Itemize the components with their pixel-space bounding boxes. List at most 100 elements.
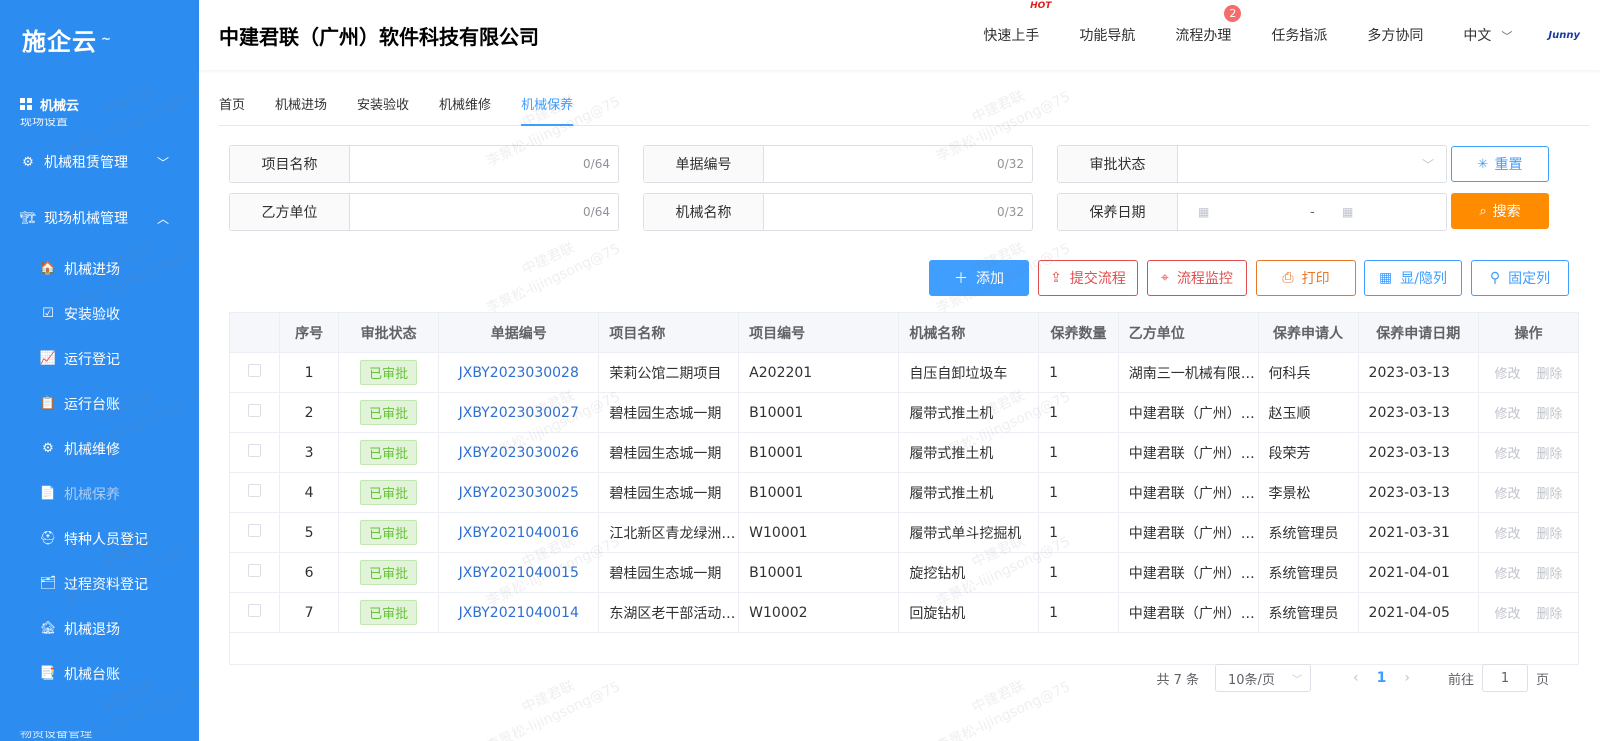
applicant-cell: 何科兵 <box>1257 352 1359 393</box>
edit-link[interactable]: 修改 <box>1494 447 1520 462</box>
sidebar-item-exit[interactable]: 🏚 机械退场 <box>0 606 199 651</box>
app-logo[interactable]: 施企云 ~ <box>0 0 199 78</box>
table-row[interactable]: 1 已审批 JXBY2023030028 茉莉公馆二期项目 A202201 自压自卸垃圾车… <box>229 352 1580 393</box>
page-size-select[interactable]: 10条/页 ﹀ <box>1215 664 1311 692</box>
sidebar-item-maintenance[interactable]: 📄 机械保养 <box>0 471 199 516</box>
doc-number-link[interactable]: JXBY2021040014 <box>459 605 579 621</box>
flow-monitor-button[interactable]: ⌖ 流程监控 <box>1147 260 1247 296</box>
folder-icon: 🗂 <box>39 576 57 591</box>
sidebar-item-entry[interactable]: 🏠 机械进场 <box>0 246 199 291</box>
sidebar-item-run-register[interactable]: 📈 运行登记 <box>0 336 199 381</box>
project-code-cell: B10001 <box>738 432 900 473</box>
button-label: 流程监控 <box>1176 271 1233 287</box>
status-badge: 已审批 <box>360 360 418 385</box>
table-row[interactable]: 4 已审批 JXBY2023030025 碧桂园生态城一期 B10001 履带式推土机 1 中… <box>229 472 1580 513</box>
nav-quick-start[interactable]: 快速上手 HOT <box>983 1 1051 45</box>
sidebar-item-repair[interactable]: ⚙ 机械维修 <box>0 426 199 471</box>
sidebar-item-process-docs[interactable]: 🗂 过程资料登记 <box>0 561 199 606</box>
sidebar-group-rental[interactable]: ⚙ 机械租赁管理 ﹀ <box>0 134 199 190</box>
tab-acceptance[interactable]: 安装验收 <box>357 86 409 126</box>
grid-icon <box>20 98 32 110</box>
edit-link[interactable]: 修改 <box>1494 487 1520 502</box>
maint-date-range[interactable]: ▦ - ▦ <box>1178 194 1446 230</box>
doc-number-link[interactable]: JXBY2023030028 <box>459 365 579 381</box>
goto-suffix: 页 <box>1535 672 1549 688</box>
sidebar-item-cut-bottom[interactable]: 物资设备管理 <box>0 731 199 741</box>
status-cell: 已审批 <box>338 472 440 513</box>
row-checkbox[interactable] <box>248 484 261 497</box>
row-checkbox[interactable] <box>248 364 261 377</box>
sidebar-item-run-ledger[interactable]: 📋 运行台账 <box>0 381 199 426</box>
status-badge: 已审批 <box>360 520 418 545</box>
sidebar-group-site[interactable]: 🏗 现场机械管理 ︿ <box>0 190 199 246</box>
operations-cell: 修改 删除 <box>1477 472 1580 513</box>
fix-columns-button[interactable]: ⚲ 固定列 <box>1471 260 1569 296</box>
delete-link[interactable]: 删除 <box>1536 407 1562 422</box>
doc-number-link[interactable]: JXBY2023030025 <box>459 485 579 501</box>
edit-link[interactable]: 修改 <box>1494 607 1520 622</box>
doc-no-input[interactable]: 0/32 <box>764 146 1032 182</box>
delete-link[interactable]: 删除 <box>1536 527 1562 542</box>
doc-number-link[interactable]: JXBY2023030026 <box>459 445 579 461</box>
applicant-cell: 系统管理员 <box>1257 512 1359 553</box>
row-checkbox[interactable] <box>248 404 261 417</box>
add-button[interactable]: ＋ 添加 <box>929 260 1029 296</box>
table-row[interactable]: 3 已审批 JXBY2023030026 碧桂园生态城一期 B10001 履带式推土机 1 中… <box>229 432 1580 473</box>
delete-link[interactable]: 删除 <box>1536 607 1562 622</box>
table-row[interactable]: 2 已审批 JXBY2023030027 碧桂园生态城一期 B10001 履带式推土机 1 中… <box>229 392 1580 433</box>
row-checkbox[interactable] <box>248 564 261 577</box>
nav-collab[interactable]: 多方协同 <box>1367 25 1423 45</box>
edit-link[interactable]: 修改 <box>1494 527 1520 542</box>
search-button[interactable]: ⌕ 搜索 <box>1451 193 1549 229</box>
project-name-input[interactable]: 0/64 <box>350 146 618 182</box>
row-checkbox[interactable] <box>248 444 261 457</box>
table-row[interactable]: 6 已审批 JXBY2021040015 碧桂园生态城一期 B10001 旋挖钻机 1 中建君… <box>229 552 1580 593</box>
sidebar-item-special-staff[interactable]: ⛑ 特种人员登记 <box>0 516 199 561</box>
row-checkbox[interactable] <box>248 604 261 617</box>
table-row[interactable]: 7 已审批 JXBY2021040014 东湖区老干部活动中心 W10002 回旋钻机 1 中… <box>229 592 1580 633</box>
goto-page-input[interactable]: 1 <box>1481 664 1528 692</box>
tab-home[interactable]: 首页 <box>219 86 245 126</box>
doc-number-link[interactable]: JXBY2021040015 <box>459 565 579 581</box>
print-button[interactable]: ⎙ 打印 <box>1256 260 1356 296</box>
party-b-cell: 中建君联（广州）软件科技有限公司 <box>1117 592 1259 633</box>
nav-process[interactable]: 流程办理 2 <box>1175 5 1242 45</box>
house-icon: 🏠 <box>39 261 57 276</box>
party-b-input[interactable]: 0/64 <box>350 194 618 230</box>
field-label: 单据编号 <box>644 146 764 182</box>
next-page-icon[interactable]: › <box>1404 670 1410 686</box>
row-checkbox[interactable] <box>248 524 261 537</box>
prev-page-icon[interactable]: ‹ <box>1353 670 1359 686</box>
tab-entry[interactable]: 机械进场 <box>275 86 327 126</box>
table-row[interactable]: 5 已审批 JXBY2021040016 江北新区青龙绿洲项目 W10001 履带式单斗挖… <box>229 512 1580 553</box>
nav-feature-guide[interactable]: 功能导航 <box>1079 25 1135 45</box>
reset-button[interactable]: ✳ 重置 <box>1451 146 1549 182</box>
sidebar-item-machine-ledger[interactable]: 📑 机械台账 <box>0 651 199 696</box>
edit-link[interactable]: 修改 <box>1494 367 1520 382</box>
tab-repair[interactable]: 机械维修 <box>439 86 491 126</box>
status-cell: 已审批 <box>338 432 440 473</box>
submit-flow-button[interactable]: ⇪ 提交流程 <box>1038 260 1138 296</box>
delete-link[interactable]: 删除 <box>1536 567 1562 582</box>
edit-link[interactable]: 修改 <box>1494 567 1520 582</box>
approval-status-select[interactable]: ﹀ <box>1178 146 1446 182</box>
button-label: 重置 <box>1494 157 1523 173</box>
nav-task-assign[interactable]: 任务指派 <box>1271 25 1327 45</box>
column-header: 审批状态 <box>338 312 440 353</box>
delete-link[interactable]: 删除 <box>1536 487 1562 502</box>
language-select[interactable]: 中文 ﹀ <box>1463 25 1512 45</box>
delete-link[interactable]: 删除 <box>1536 367 1562 382</box>
char-count: 0/64 <box>583 205 610 219</box>
machine-name-input[interactable]: 0/32 <box>764 194 1032 230</box>
doc-number-link[interactable]: JXBY2021040016 <box>459 525 579 541</box>
current-page[interactable]: 1 <box>1377 670 1387 686</box>
sidebar-item-acceptance[interactable]: ☑ 安装验收 <box>0 291 199 336</box>
edit-link[interactable]: 修改 <box>1494 407 1520 422</box>
doc-number-link[interactable]: JXBY2023030027 <box>459 405 579 421</box>
sidebar-item-label: 运行登记 <box>64 351 120 368</box>
tab-maintenance[interactable]: 机械保养 <box>521 86 574 126</box>
sidebar-section-header[interactable]: 机械云 <box>0 90 199 118</box>
delete-link[interactable]: 删除 <box>1536 447 1562 462</box>
show-hide-columns-button[interactable]: ▦ 显/隐列 <box>1364 260 1462 296</box>
sidebar-item-cut[interactable]: 现场设置 <box>0 118 199 134</box>
